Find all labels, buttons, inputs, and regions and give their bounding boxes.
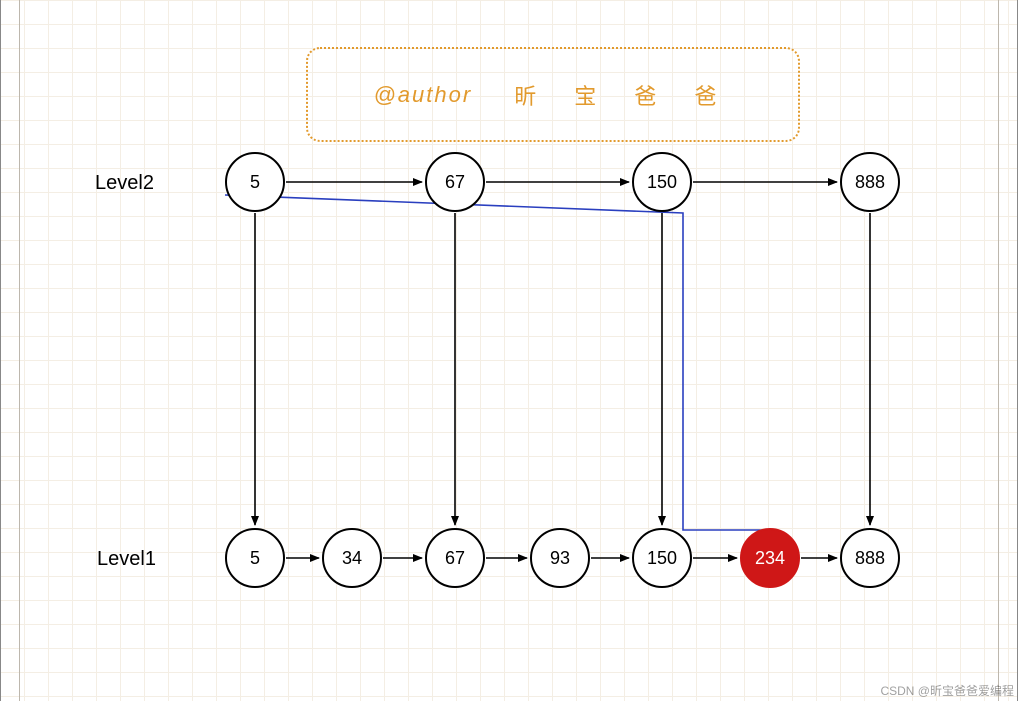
node-value: 5 bbox=[250, 172, 260, 193]
node-l1_34: 34 bbox=[322, 528, 382, 588]
node-l2_888: 888 bbox=[840, 152, 900, 212]
level-label-level1: Level1 bbox=[97, 548, 156, 571]
node-value: 5 bbox=[250, 548, 260, 569]
node-value: 67 bbox=[445, 172, 465, 193]
node-l1_234: 234 bbox=[740, 528, 800, 588]
node-l2_5: 5 bbox=[225, 152, 285, 212]
node-value: 888 bbox=[855, 548, 885, 569]
author-box: @author 昕 宝 爸 爸 bbox=[306, 47, 800, 142]
author-name: 昕 宝 爸 爸 bbox=[514, 79, 732, 111]
node-l1_67: 67 bbox=[425, 528, 485, 588]
watermark: CSDN @昕宝爸爸爱编程 bbox=[880, 682, 1014, 699]
node-value: 150 bbox=[647, 548, 677, 569]
diagram-stage: @author 昕 宝 爸 爸 Level2 Level1 5 67 150 888 5 34… bbox=[0, 0, 1018, 701]
node-value: 150 bbox=[647, 172, 677, 193]
node-l2_150: 150 bbox=[632, 152, 692, 212]
node-l1_93: 93 bbox=[530, 528, 590, 588]
node-l1_5: 5 bbox=[225, 528, 285, 588]
author-tag: @author bbox=[373, 82, 472, 108]
node-value: 34 bbox=[342, 548, 362, 569]
node-l1_888: 888 bbox=[840, 528, 900, 588]
node-l1_150: 150 bbox=[632, 528, 692, 588]
node-value: 888 bbox=[855, 172, 885, 193]
node-l2_67: 67 bbox=[425, 152, 485, 212]
level-label-level2: Level2 bbox=[95, 172, 154, 195]
node-value: 67 bbox=[445, 548, 465, 569]
node-value: 93 bbox=[550, 548, 570, 569]
node-value: 234 bbox=[755, 548, 785, 569]
